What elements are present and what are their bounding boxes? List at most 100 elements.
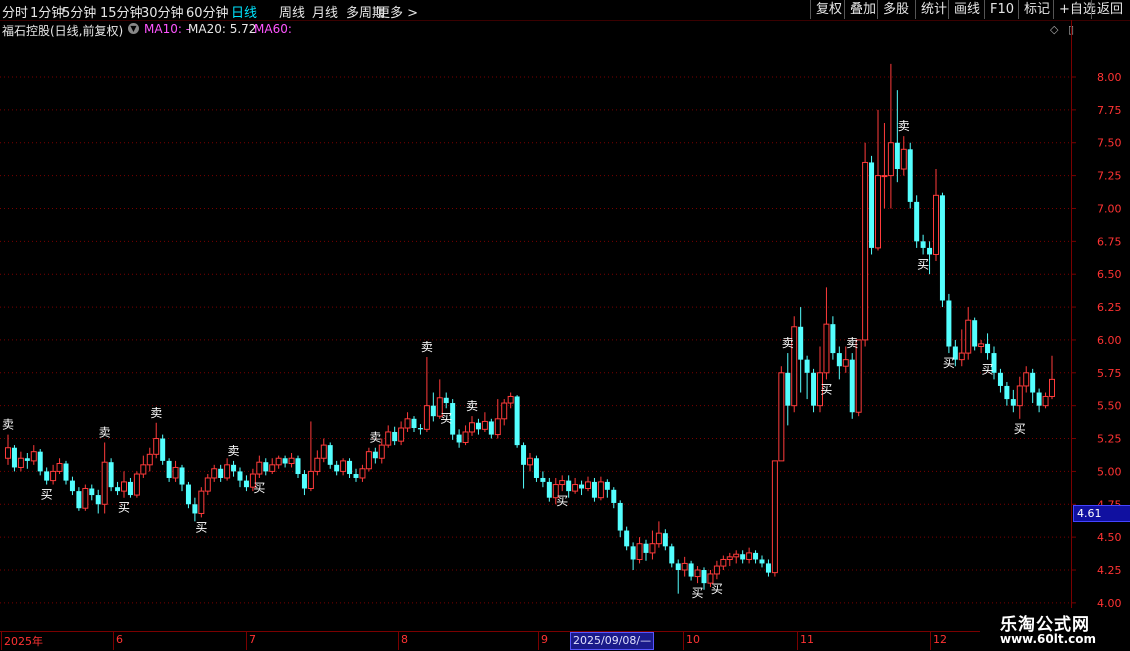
candle	[95, 489, 101, 514]
period-tab-7[interactable]: 周线	[279, 2, 305, 21]
candle	[946, 293, 952, 354]
price-tick-label: 4.50	[1097, 531, 1122, 544]
toolbar-button-3[interactable]: 统计	[915, 0, 952, 19]
candle-body	[907, 149, 913, 202]
period-tab-2[interactable]: 5分钟	[62, 2, 96, 21]
toolbar-button-1[interactable]: 叠加	[844, 0, 881, 19]
candle	[359, 464, 366, 482]
candle-body	[334, 464, 340, 472]
candle	[753, 550, 759, 564]
candle	[597, 476, 604, 501]
candle-body	[172, 466, 179, 479]
candle	[559, 475, 566, 492]
candle-body	[385, 431, 392, 446]
period-toolbar: 分时 1分钟 5分钟 15分钟 30分钟 60分钟 日线 周线 月线 多周期 更多 > 复权 叠加 多股统…	[0, 0, 1130, 21]
candle	[591, 477, 597, 502]
candlestick-chart[interactable]: 8.00 7.75 7.50 7.25 7.00 6.75 6.50 6.25 6.00 5.75…	[0, 38, 1130, 631]
candle-body	[411, 418, 417, 429]
candle	[649, 530, 656, 560]
candle-body	[649, 543, 656, 554]
candle	[263, 458, 269, 476]
period-tab-10[interactable]: 更多 >	[377, 2, 418, 21]
candle-body	[365, 451, 372, 470]
candle-body	[192, 504, 198, 514]
candle	[488, 418, 494, 439]
candle	[881, 123, 888, 209]
candle	[89, 484, 95, 501]
toolbar-button-5[interactable]: F10	[984, 0, 1019, 19]
toolbar-button-4[interactable]: 画线	[948, 0, 985, 19]
date-tick	[398, 632, 399, 650]
candle	[785, 353, 791, 426]
candle	[37, 449, 43, 476]
candle	[146, 447, 153, 472]
candle-body	[720, 558, 727, 567]
candle-body	[855, 339, 862, 413]
candle	[875, 109, 881, 251]
candle-body	[404, 418, 411, 429]
period-tab-6[interactable]: 日线	[231, 2, 257, 21]
chevron-down-icon[interactable]: ▼	[128, 23, 139, 34]
toolbar-button-0[interactable]: 复权	[810, 0, 847, 19]
candle	[430, 392, 436, 422]
candle-body	[469, 422, 475, 433]
diamond-icon[interactable]: ◇	[1050, 23, 1058, 36]
period-tab-5[interactable]: 60分钟	[186, 2, 229, 21]
period-tab-0[interactable]: 分时	[2, 2, 28, 21]
candle-body	[121, 481, 127, 492]
candle	[423, 357, 430, 432]
period-tab-4[interactable]: 30分钟	[141, 2, 184, 21]
candle	[862, 142, 869, 347]
candle-body	[823, 323, 830, 374]
candle-body	[115, 487, 121, 492]
candle	[765, 559, 771, 577]
date-tick	[113, 632, 114, 650]
candle	[579, 480, 585, 496]
candle	[50, 464, 57, 485]
candle-body	[669, 546, 675, 564]
candle-body	[1023, 372, 1030, 387]
candle-body	[17, 457, 24, 468]
candle-body	[655, 532, 662, 545]
candle-body	[939, 195, 945, 301]
candle-body	[392, 431, 398, 442]
date-label: 12	[933, 633, 947, 646]
candle	[997, 368, 1003, 393]
candle	[978, 339, 985, 354]
candle	[939, 192, 945, 308]
candle	[340, 458, 347, 476]
candle	[347, 458, 353, 478]
candle	[1023, 366, 1030, 393]
period-tab-8[interactable]: 月线	[312, 2, 338, 21]
candle-body	[771, 460, 778, 574]
candle-body	[211, 468, 218, 479]
buy-signal: 买	[556, 494, 568, 508]
buy-signal: 买	[118, 501, 130, 515]
toolbar-button-6[interactable]: 标记	[1018, 0, 1055, 19]
candle-body	[978, 343, 985, 348]
candle	[63, 460, 69, 485]
toolbar-button-8[interactable]: 返回	[1091, 0, 1128, 19]
toolbar-button-2[interactable]: 多股	[877, 0, 914, 19]
period-tab-1[interactable]: 1分钟	[30, 2, 64, 21]
candle	[669, 543, 675, 568]
candle-body	[224, 464, 231, 479]
date-tick	[538, 632, 539, 650]
price-axis-divider	[1071, 20, 1072, 632]
candle	[353, 468, 359, 482]
period-tab-3[interactable]: 15分钟	[100, 2, 143, 21]
candle	[675, 559, 681, 594]
candle	[160, 434, 166, 465]
candle-body	[5, 447, 11, 459]
candle-body	[836, 353, 842, 367]
candle-body	[275, 457, 282, 466]
candle-body	[1042, 395, 1049, 407]
candle-body	[958, 352, 965, 361]
candle-body	[604, 481, 610, 490]
candle	[842, 346, 849, 373]
candle	[914, 195, 920, 248]
sell-signal: 卖	[846, 336, 858, 350]
candle-body	[636, 543, 643, 560]
candle-body	[417, 428, 423, 430]
candle-body	[56, 463, 63, 472]
